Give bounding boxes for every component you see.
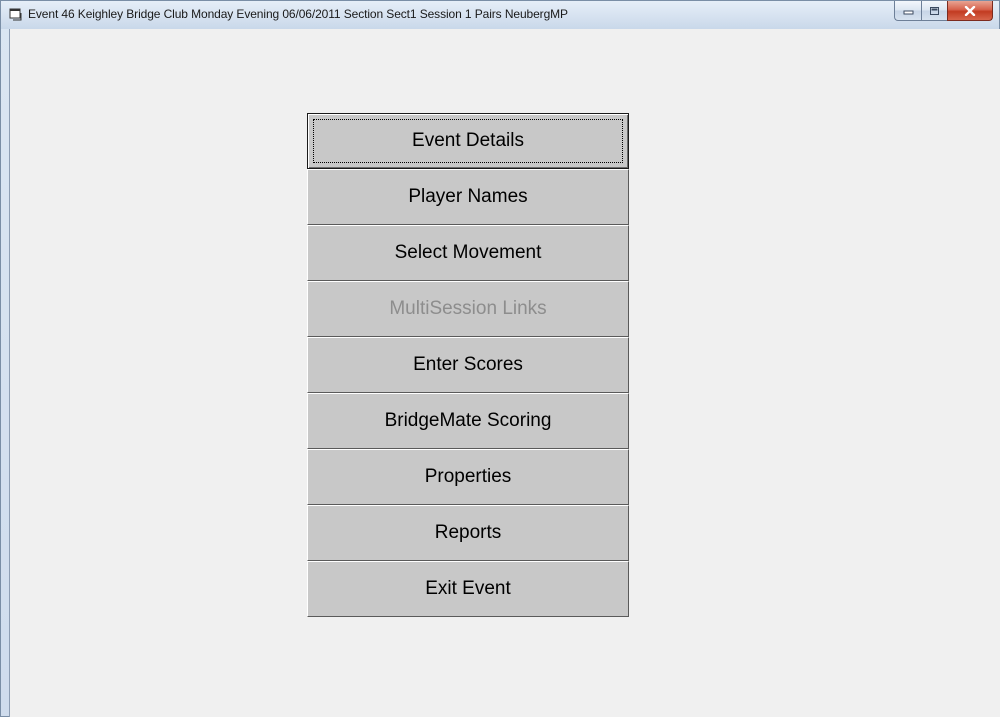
event-window: Event 46 Keighley Bridge Club Monday Eve…: [0, 0, 1000, 717]
minimize-icon: [903, 10, 913, 15]
bridgemate-scoring-label: BridgeMate Scoring: [384, 410, 552, 431]
window-title: Event 46 Keighley Bridge Club Monday Eve…: [28, 7, 568, 21]
event-details-button[interactable]: Event Details: [307, 113, 629, 169]
properties-button[interactable]: Properties: [307, 449, 629, 505]
caption-buttons: [894, 1, 993, 21]
minimize-button[interactable]: [894, 1, 921, 21]
enter-scores-button[interactable]: Enter Scores: [307, 337, 629, 393]
event-menu: Event Details Player Names Select Moveme…: [307, 113, 629, 617]
title-bar[interactable]: Event 46 Keighley Bridge Club Monday Eve…: [1, 1, 999, 29]
select-movement-label: Select Movement: [394, 242, 542, 263]
enter-scores-label: Enter Scores: [413, 354, 523, 375]
reports-button[interactable]: Reports: [307, 505, 629, 561]
exit-event-button[interactable]: Exit Event: [307, 561, 629, 617]
window-app-icon: [9, 8, 22, 21]
properties-label: Properties: [424, 466, 512, 487]
close-icon: [964, 5, 976, 16]
select-movement-button[interactable]: Select Movement: [307, 225, 629, 281]
maximize-icon: [930, 6, 939, 15]
reports-label: Reports: [434, 522, 502, 543]
exit-event-label: Exit Event: [425, 578, 511, 599]
event-details-label: Event Details: [412, 130, 524, 151]
player-names-button[interactable]: Player Names: [307, 169, 629, 225]
bridgemate-scoring-button[interactable]: BridgeMate Scoring: [307, 393, 629, 449]
close-button[interactable]: [947, 1, 993, 21]
multisession-links-button: MultiSession Links: [307, 281, 629, 337]
maximize-button[interactable]: [921, 1, 947, 21]
player-names-label: Player Names: [408, 186, 528, 207]
multisession-links-label: MultiSession Links: [389, 298, 547, 319]
